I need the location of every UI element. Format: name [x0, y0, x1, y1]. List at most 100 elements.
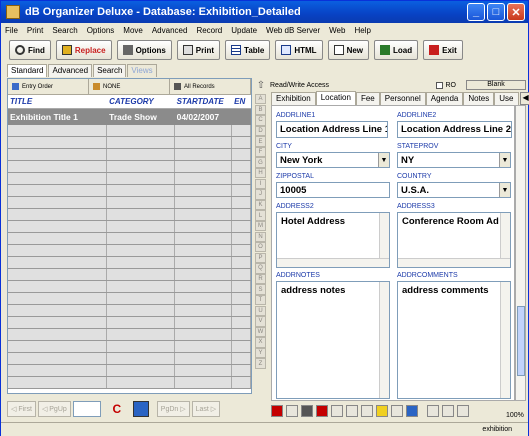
- last-button[interactable]: Last ▷: [191, 401, 221, 417]
- tab-exhibition[interactable]: Exhibition: [271, 92, 316, 105]
- record-number-input[interactable]: [72, 401, 101, 417]
- horizontal-scrollbar[interactable]: [277, 258, 389, 267]
- tab-scroll-left-icon[interactable]: ◀: [519, 92, 529, 105]
- tab-use[interactable]: Use: [494, 92, 519, 105]
- maximize-button[interactable]: □: [487, 3, 505, 21]
- tab-fee[interactable]: Fee: [355, 92, 380, 105]
- minimize-button[interactable]: _: [467, 3, 485, 21]
- table-row[interactable]: [8, 281, 251, 293]
- table-row[interactable]: [8, 221, 251, 233]
- addrnotes-textarea[interactable]: address notes: [276, 281, 390, 399]
- alpha-index-j[interactable]: J: [255, 189, 266, 200]
- export-icon[interactable]: [391, 405, 403, 417]
- all-records-button[interactable]: All Records: [170, 79, 251, 94]
- table-row[interactable]: [8, 329, 251, 341]
- html-button[interactable]: HTML: [275, 40, 323, 60]
- tab-personnel[interactable]: Personnel: [379, 92, 426, 105]
- horizontal-scrollbar[interactable]: [398, 258, 510, 267]
- alpha-index-b[interactable]: B: [255, 104, 266, 115]
- table-row[interactable]: [8, 173, 251, 185]
- table-row[interactable]: Exhibition Title 1 Trade Show 04/02/2007: [8, 109, 251, 125]
- table-row[interactable]: [8, 209, 251, 221]
- alpha-index-w[interactable]: W: [255, 326, 266, 338]
- address3-textarea[interactable]: Conference Room Ad: [397, 212, 511, 268]
- options-button[interactable]: Options: [116, 40, 172, 60]
- tab-advanced[interactable]: Advanced: [48, 64, 93, 77]
- alpha-index-n[interactable]: N: [255, 231, 266, 242]
- country-select[interactable]: U.S.A. ▼: [397, 182, 511, 198]
- table-row[interactable]: [8, 233, 251, 245]
- column-header-startdate[interactable]: STARTDATE: [175, 95, 233, 108]
- table-row[interactable]: [8, 161, 251, 173]
- tab-notes[interactable]: Notes: [463, 92, 495, 105]
- alpha-index-x[interactable]: X: [255, 337, 266, 348]
- tab-views[interactable]: Views: [127, 64, 157, 77]
- alpha-index-k[interactable]: K: [255, 199, 266, 211]
- print-record-icon[interactable]: [286, 405, 298, 417]
- scrollbar-thumb[interactable]: [517, 306, 525, 376]
- table-row[interactable]: [8, 365, 251, 377]
- new-button[interactable]: New: [327, 40, 370, 60]
- alpha-index-v[interactable]: V: [255, 316, 266, 327]
- print-button[interactable]: Print: [176, 40, 221, 60]
- chevron-down-icon[interactable]: ▼: [378, 153, 389, 167]
- alpha-index-e[interactable]: E: [255, 136, 266, 147]
- table-row[interactable]: [8, 245, 251, 257]
- tab-standard[interactable]: Standard: [7, 64, 48, 77]
- alpha-index-p[interactable]: P: [255, 252, 266, 264]
- column-header-title[interactable]: TITLE: [8, 95, 107, 108]
- tab-location[interactable]: Location: [315, 91, 356, 105]
- tab-search[interactable]: Search: [93, 64, 127, 77]
- refresh-icon[interactable]: C: [109, 401, 125, 417]
- stateprov-select[interactable]: NY ▼: [397, 152, 511, 168]
- close-button[interactable]: ✕: [507, 3, 525, 21]
- alpha-index-f[interactable]: F: [255, 146, 266, 158]
- addrline1-field[interactable]: Location Address Line 1: [276, 121, 388, 138]
- alpha-index-g[interactable]: G: [255, 157, 266, 168]
- city-select[interactable]: New York ▼: [276, 152, 390, 168]
- table-row[interactable]: [8, 149, 251, 161]
- table-row[interactable]: [8, 293, 251, 305]
- alpha-index-o[interactable]: O: [255, 242, 266, 253]
- exit-button[interactable]: Exit: [423, 40, 463, 60]
- menu-web-db-server[interactable]: Web dB Server: [266, 26, 320, 35]
- grid-view-icon[interactable]: [132, 401, 149, 417]
- menu-file[interactable]: File: [5, 26, 18, 35]
- alpha-index-m[interactable]: M: [255, 220, 266, 232]
- alpha-index-q[interactable]: Q: [255, 263, 266, 274]
- menu-help[interactable]: Help: [354, 26, 370, 35]
- menu-options[interactable]: Options: [87, 26, 115, 35]
- next-record-icon[interactable]: [457, 405, 469, 417]
- first-button[interactable]: ◁ First: [7, 401, 36, 417]
- lightbulb-icon[interactable]: [376, 405, 388, 417]
- menu-print[interactable]: Print: [27, 26, 43, 35]
- alpha-index-t[interactable]: T: [255, 294, 266, 306]
- pgup-button[interactable]: ◁ PgUp: [37, 401, 71, 417]
- addrline2-field[interactable]: Location Address Line 2: [397, 121, 512, 138]
- table-row[interactable]: [8, 137, 251, 149]
- form-vertical-scrollbar[interactable]: [515, 105, 526, 401]
- blank-button[interactable]: Blank: [466, 80, 526, 90]
- address2-textarea[interactable]: Hotel Address: [276, 212, 390, 268]
- addrcomments-textarea[interactable]: address comments: [397, 281, 511, 399]
- globe-icon[interactable]: [406, 405, 418, 417]
- chevron-down-icon[interactable]: ▼: [499, 153, 510, 167]
- table-row[interactable]: [8, 377, 251, 389]
- copy-icon[interactable]: [331, 405, 343, 417]
- menu-record[interactable]: Record: [196, 26, 222, 35]
- table-button[interactable]: Table: [225, 40, 271, 60]
- vertical-scrollbar[interactable]: [500, 282, 510, 398]
- alpha-index-h[interactable]: H: [255, 168, 266, 179]
- zippostal-field[interactable]: 10005: [276, 182, 390, 198]
- vertical-scrollbar[interactable]: [379, 282, 389, 398]
- filter-button[interactable]: NONE: [89, 79, 170, 94]
- table-row[interactable]: [8, 305, 251, 317]
- table-row[interactable]: [8, 317, 251, 329]
- column-header-category[interactable]: CATEGORY: [107, 95, 174, 108]
- paste-icon[interactable]: [346, 405, 358, 417]
- alpha-index-d[interactable]: D: [255, 125, 266, 137]
- chevron-down-icon[interactable]: ▼: [499, 183, 510, 197]
- prev-record-icon[interactable]: [442, 405, 454, 417]
- load-button[interactable]: Load: [374, 40, 419, 60]
- entry-order-button[interactable]: Entry Order: [8, 79, 89, 94]
